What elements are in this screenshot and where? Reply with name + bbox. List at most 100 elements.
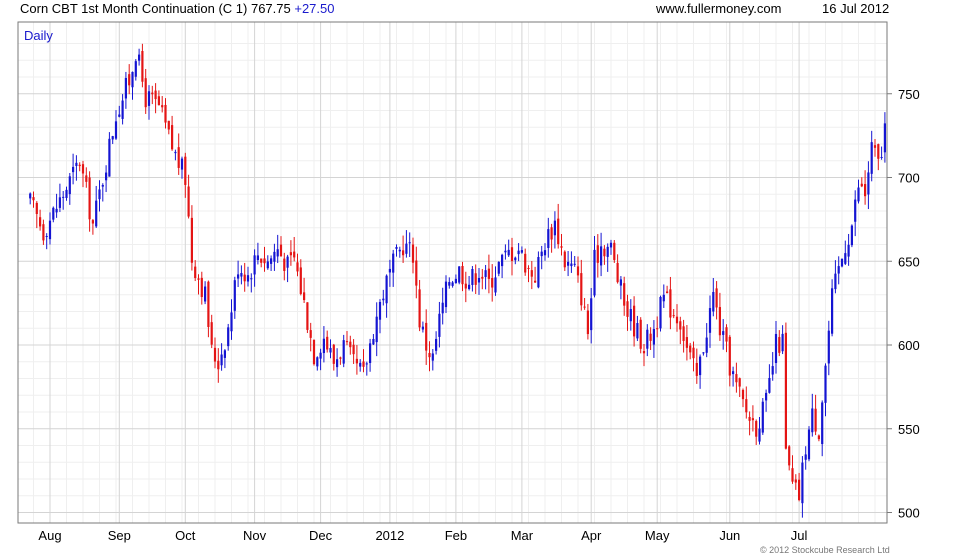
- candle-body: [378, 301, 382, 320]
- candle-body: [339, 357, 342, 359]
- candle-body: [491, 278, 494, 288]
- candle-body: [435, 338, 438, 351]
- candle-body: [187, 186, 190, 217]
- candle-body: [761, 401, 764, 433]
- candle-body: [91, 220, 94, 224]
- candle-body: [557, 218, 560, 245]
- candle-body: [167, 120, 170, 130]
- candle-body: [765, 392, 768, 401]
- candle-body: [629, 309, 632, 322]
- candle-body: [504, 250, 507, 253]
- candle-body: [725, 327, 728, 342]
- candle-body: [309, 330, 312, 338]
- candle-body: [755, 421, 758, 437]
- candle-body: [600, 246, 603, 266]
- candle-body: [190, 217, 193, 263]
- candle-body: [250, 278, 253, 280]
- candle-body: [220, 354, 223, 366]
- candle-body: [844, 253, 847, 264]
- candle-body: [471, 269, 474, 285]
- candle-body: [781, 333, 784, 352]
- candle-body: [174, 151, 177, 154]
- candle-body: [322, 338, 325, 354]
- candle-body: [613, 242, 616, 260]
- candle-body: [32, 197, 35, 201]
- candle-body: [52, 207, 55, 220]
- x-tick-label: Apr: [581, 528, 602, 543]
- candle-body: [385, 275, 388, 304]
- candle-body: [603, 248, 606, 257]
- candle-body: [154, 90, 157, 100]
- candle-body: [306, 302, 309, 330]
- candle-body: [517, 250, 520, 255]
- candle-body: [540, 251, 543, 257]
- candle-body: [619, 279, 622, 286]
- candle-body: [118, 114, 121, 117]
- candle-body: [359, 362, 362, 367]
- candle-body: [827, 330, 830, 364]
- candle-body: [477, 277, 481, 283]
- candle-body: [336, 359, 339, 368]
- candle-body: [78, 164, 81, 167]
- candle-body: [494, 277, 497, 293]
- candle-body: [342, 340, 345, 364]
- candle-body: [685, 337, 688, 348]
- candle-body: [573, 263, 576, 265]
- candle-body: [388, 268, 391, 273]
- candle-body: [319, 352, 322, 359]
- candle-body: [369, 343, 372, 364]
- candle-body: [65, 189, 68, 198]
- candle-body: [626, 301, 629, 317]
- candle-body: [365, 363, 368, 365]
- candle-body: [246, 275, 250, 282]
- candle-body: [29, 193, 32, 199]
- candle-body: [418, 289, 421, 328]
- candle-body: [213, 347, 217, 362]
- x-tick-label: Feb: [445, 528, 467, 543]
- candle-body: [705, 337, 708, 353]
- candle-body: [253, 255, 256, 275]
- candle-body: [151, 92, 154, 95]
- candle-body: [501, 254, 504, 267]
- candle-body: [425, 322, 428, 351]
- candle-body: [451, 282, 454, 286]
- candle-body: [105, 172, 108, 181]
- candle-body: [580, 273, 583, 306]
- candle-body: [497, 261, 500, 274]
- candle-body: [708, 308, 712, 333]
- candle-body: [438, 313, 441, 337]
- candle-body: [728, 336, 731, 376]
- candle-body: [576, 266, 580, 276]
- candle-body: [266, 261, 269, 269]
- candle-body: [850, 225, 853, 246]
- candle-body: [798, 479, 801, 501]
- candle-body: [771, 366, 774, 375]
- candle-body: [184, 156, 187, 185]
- candle-body: [689, 345, 692, 353]
- candle-body: [402, 250, 405, 256]
- candle-body: [748, 416, 751, 421]
- candle-body: [712, 291, 715, 312]
- x-tick-label: May: [645, 528, 670, 543]
- candle-body: [745, 399, 748, 413]
- y-tick-label: 650: [898, 254, 920, 269]
- candle-body: [732, 371, 735, 375]
- candle-body: [534, 280, 537, 283]
- candle-body: [312, 339, 316, 365]
- candle-body: [448, 282, 451, 286]
- candle-body: [758, 428, 761, 442]
- candle-body: [329, 347, 332, 353]
- candle-body: [563, 251, 566, 268]
- candle-body: [75, 162, 78, 167]
- candle-body: [164, 104, 167, 123]
- candle-body: [699, 356, 702, 376]
- candle-body: [586, 310, 589, 335]
- candle-body: [223, 350, 226, 358]
- candle-body: [299, 267, 302, 294]
- candle-body: [58, 197, 61, 208]
- candle-body: [675, 316, 679, 324]
- candle-body: [811, 408, 814, 433]
- candle-body: [108, 138, 111, 177]
- candle-body: [616, 262, 619, 283]
- candle-body: [263, 258, 266, 264]
